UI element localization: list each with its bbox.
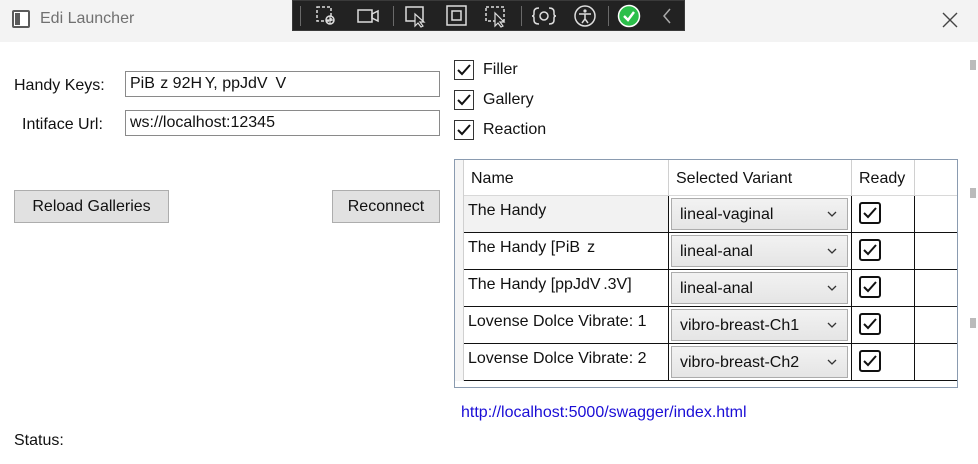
- checkmark-icon: [863, 207, 877, 219]
- chevron-down-icon: [827, 322, 837, 328]
- device-grid[interactable]: Name Selected Variant Ready The Handy li…: [454, 159, 958, 388]
- collapse-chevron-icon[interactable]: [655, 4, 681, 28]
- checkmark-icon: [863, 355, 877, 367]
- variant-dropdown[interactable]: vibro-breast-Ch2: [671, 346, 848, 378]
- table-row[interactable]: Lovense Dolce Vibrate: 2 vibro-breast-Ch…: [455, 344, 957, 381]
- close-icon: [942, 12, 958, 28]
- table-row[interactable]: The Handy lineal-vaginal: [455, 196, 957, 233]
- ready-checkbox[interactable]: [859, 202, 881, 224]
- reaction-label: Reaction: [483, 121, 547, 138]
- reconnect-button[interactable]: Reconnect: [332, 190, 440, 223]
- record-icon[interactable]: [355, 4, 381, 28]
- pointer-select-icon[interactable]: [403, 4, 429, 28]
- ready-cell: [852, 233, 915, 270]
- variant-value: lineal-anal: [680, 243, 753, 260]
- window-title: Edi Launcher: [40, 10, 135, 27]
- ready-cell: [852, 196, 915, 233]
- ready-checkbox[interactable]: [859, 313, 881, 335]
- ready-checkbox[interactable]: [859, 276, 881, 298]
- variant-dropdown[interactable]: vibro-breast-Ch1: [671, 309, 848, 341]
- handy-keys-label: Handy Keys:: [14, 77, 105, 94]
- variant-cell: lineal-vaginal: [669, 196, 852, 233]
- grid-header: Name Selected Variant Ready: [455, 160, 957, 196]
- frame-icon[interactable]: [444, 4, 470, 28]
- swagger-link[interactable]: http://localhost:5000/swagger/index.html: [461, 404, 747, 422]
- table-row[interactable]: The Handy [PiB z lineal-anal: [455, 233, 957, 270]
- checkmark-icon: [863, 281, 877, 293]
- select-element-icon[interactable]: [313, 4, 339, 28]
- checkmark-icon: [863, 318, 877, 330]
- gallery-label: Gallery: [483, 91, 534, 108]
- checkmark-icon: [457, 124, 471, 136]
- variant-value: vibro-breast-Ch2: [680, 354, 800, 371]
- chevron-down-icon: [827, 285, 837, 291]
- check-circle-icon[interactable]: [616, 4, 642, 28]
- device-name-cell[interactable]: The Handy: [464, 196, 669, 233]
- checkbox-box[interactable]: [454, 60, 474, 80]
- edge-artifact: [970, 318, 976, 328]
- column-header-selected-variant[interactable]: Selected Variant: [669, 160, 852, 196]
- accessibility-icon[interactable]: [572, 4, 598, 28]
- column-header-name[interactable]: Name: [464, 160, 669, 196]
- ready-checkbox[interactable]: [859, 350, 881, 372]
- reload-galleries-button[interactable]: Reload Galleries: [14, 190, 169, 223]
- ready-checkbox[interactable]: [859, 239, 881, 261]
- variant-dropdown[interactable]: lineal-anal: [671, 272, 848, 304]
- variant-dropdown[interactable]: lineal-anal: [671, 235, 848, 267]
- filler-label: Filler: [483, 61, 518, 78]
- device-name-cell[interactable]: The Handy [PiB z: [464, 233, 669, 270]
- intiface-url-input[interactable]: ws://localhost:12345: [125, 110, 440, 136]
- intiface-url-label: Intiface Url:: [22, 116, 103, 133]
- ready-cell: [852, 270, 915, 307]
- binding-icon[interactable]: [531, 4, 557, 28]
- column-header-ready[interactable]: Ready: [852, 160, 915, 196]
- track-focus-icon[interactable]: [483, 4, 509, 28]
- device-name-cell[interactable]: The Handy [ppJdV .3V]: [464, 270, 669, 307]
- variant-cell: lineal-anal: [669, 270, 852, 307]
- variant-dropdown[interactable]: lineal-vaginal: [671, 198, 848, 230]
- window-app-icon: [12, 10, 30, 28]
- variant-value: lineal-vaginal: [680, 206, 774, 223]
- debug-toolbar: [292, 0, 685, 31]
- device-name-cell[interactable]: Lovense Dolce Vibrate: 1: [464, 307, 669, 344]
- checkmark-icon: [457, 64, 471, 76]
- chevron-down-icon: [827, 248, 837, 254]
- variant-cell: lineal-anal: [669, 233, 852, 270]
- status-label: Status:: [14, 432, 64, 449]
- variant-value: lineal-anal: [680, 280, 753, 297]
- checkbox-box[interactable]: [454, 120, 474, 140]
- table-row[interactable]: Lovense Dolce Vibrate: 1 vibro-breast-Ch…: [455, 307, 957, 344]
- variant-value: vibro-breast-Ch1: [680, 317, 800, 334]
- chevron-down-icon: [827, 211, 837, 217]
- checkmark-icon: [457, 94, 471, 106]
- edge-artifact: [970, 60, 976, 70]
- variant-cell: vibro-breast-Ch2: [669, 344, 852, 381]
- table-row[interactable]: The Handy [ppJdV .3V] lineal-anal: [455, 270, 957, 307]
- device-name-cell[interactable]: Lovense Dolce Vibrate: 2: [464, 344, 669, 381]
- variant-cell: vibro-breast-Ch1: [669, 307, 852, 344]
- edge-artifact: [970, 188, 976, 198]
- chevron-down-icon: [827, 359, 837, 365]
- checkmark-icon: [863, 244, 877, 256]
- handy-keys-input[interactable]: PiB z 92H Y, ppJdV V: [125, 71, 440, 97]
- checkbox-box[interactable]: [454, 90, 474, 110]
- close-button[interactable]: [930, 4, 970, 36]
- ready-cell: [852, 307, 915, 344]
- ready-cell: [852, 344, 915, 381]
